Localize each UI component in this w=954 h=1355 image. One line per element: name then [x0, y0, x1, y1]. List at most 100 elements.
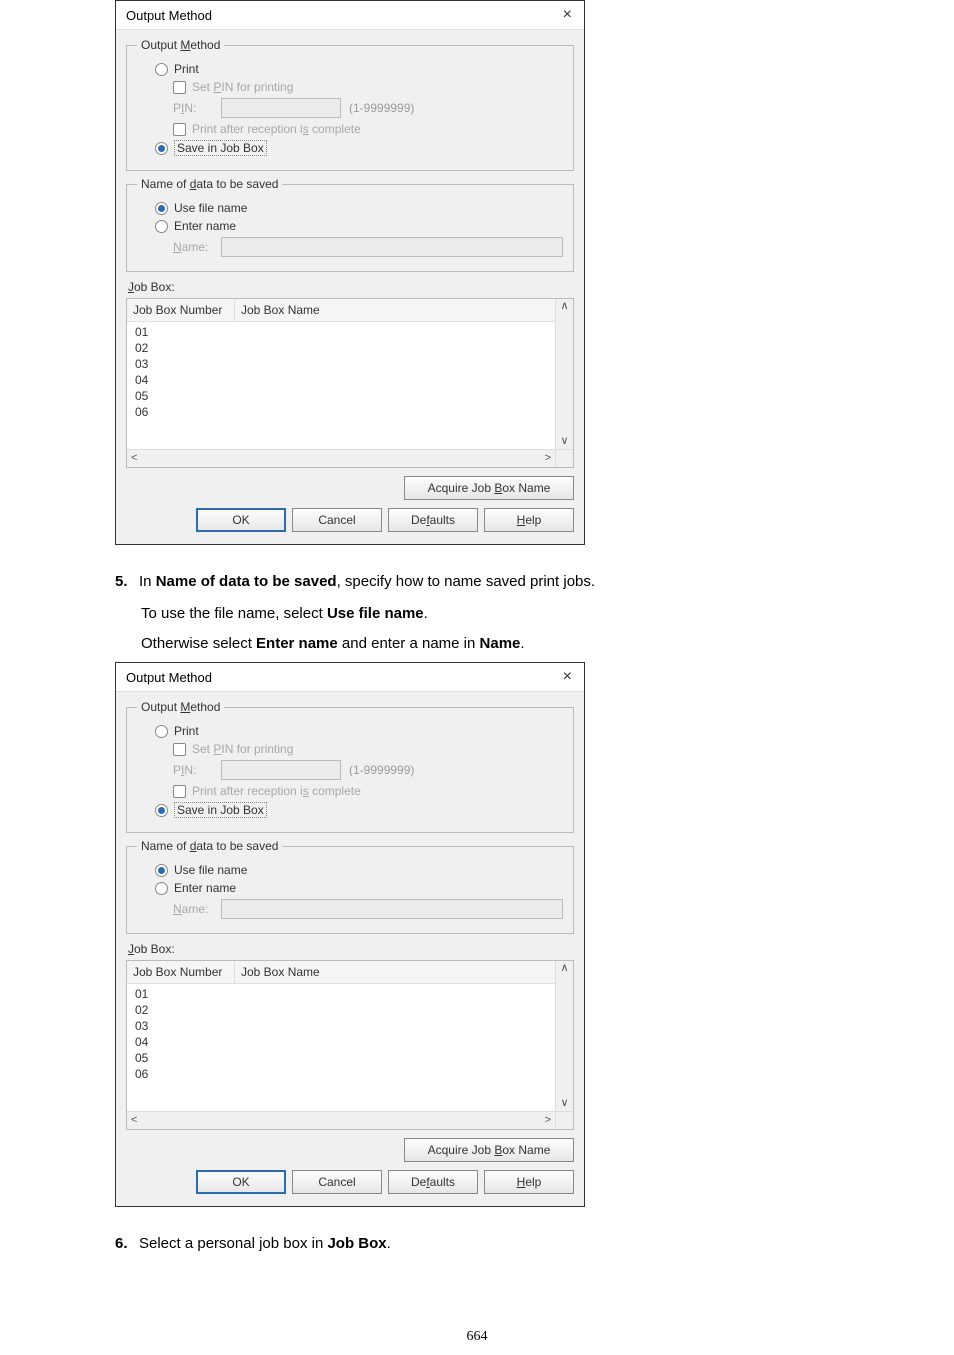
horizontal-scrollbar[interactable]: < > — [127, 1111, 555, 1129]
list-item[interactable]: 04 — [127, 1034, 573, 1050]
radio-save-row[interactable]: Save in Job Box — [137, 140, 563, 156]
help-button[interactable]: Help — [484, 1170, 574, 1194]
scroll-corner — [555, 1111, 573, 1129]
vertical-scrollbar[interactable]: ∧ ∨ — [555, 961, 573, 1111]
radio-use-file-name[interactable] — [155, 202, 168, 215]
cancel-button[interactable]: Cancel — [292, 508, 382, 532]
defaults-button[interactable]: Defaults — [388, 1170, 478, 1194]
ok-button[interactable]: OK — [196, 508, 286, 532]
radio-enter-name-row[interactable]: Enter name — [137, 881, 563, 895]
col-job-box-number[interactable]: Job Box Number — [127, 961, 235, 984]
close-icon[interactable]: × — [559, 7, 576, 23]
step-text: Select a personal job box in Job Box. — [139, 1233, 391, 1255]
list-item[interactable]: 01 — [127, 324, 573, 340]
radio-print-row[interactable]: Print — [137, 62, 563, 76]
list-item[interactable]: 06 — [127, 404, 573, 420]
step5-sub2: Otherwise select Enter name and enter a … — [141, 633, 839, 655]
checkbox-print-after-row: Print after reception is complete — [137, 122, 563, 136]
list-item[interactable]: 06 — [127, 1066, 573, 1082]
radio-use-file-name[interactable] — [155, 864, 168, 877]
scroll-up-icon[interactable]: ∧ — [556, 299, 572, 314]
acquire-job-box-name-button[interactable]: Acquire Job Box Name — [404, 1138, 574, 1162]
output-method-group: Output Method Print Set PIN for printing… — [126, 700, 574, 833]
acquire-row: Acquire Job Box Name — [126, 476, 574, 500]
job-box-list[interactable]: Job Box Number Job Box Name 01 02 03 04 … — [126, 298, 574, 468]
radio-use-file-row[interactable]: Use file name — [137, 863, 563, 877]
help-button[interactable]: Help — [484, 508, 574, 532]
name-input-row: Name: — [137, 237, 563, 257]
step-text: In Name of data to be saved, specify how… — [139, 571, 595, 593]
pin-label: PIN: — [173, 101, 213, 115]
output-method-legend: Output Method — [137, 38, 224, 52]
scroll-right-icon[interactable]: > — [541, 1113, 555, 1128]
scroll-right-icon[interactable]: > — [541, 451, 555, 466]
list-item[interactable]: 02 — [127, 1002, 573, 1018]
radio-use-file-label: Use file name — [174, 863, 247, 877]
output-method-dialog-2: Output Method × Output Method Print Set … — [115, 662, 585, 1207]
list-item[interactable]: 03 — [127, 356, 573, 372]
list-item[interactable]: 05 — [127, 388, 573, 404]
dialog-body: Output Method Print Set PIN for printing… — [116, 692, 584, 1206]
job-box-section-label: Job Box: — [128, 942, 574, 956]
list-item[interactable]: 05 — [127, 1050, 573, 1066]
radio-print[interactable] — [155, 63, 168, 76]
scroll-left-icon[interactable]: < — [127, 1113, 141, 1128]
ok-button[interactable]: OK — [196, 1170, 286, 1194]
step-number: 6. — [115, 1235, 139, 1252]
dialog-titlebar: Output Method × — [116, 1, 584, 30]
list-rows: 01 02 03 04 05 06 — [127, 322, 573, 467]
radio-save-label: Save in Job Box — [174, 140, 267, 156]
radio-enter-name-row[interactable]: Enter name — [137, 219, 563, 233]
scroll-down-icon[interactable]: ∨ — [556, 1096, 572, 1111]
step-5: 5. In Name of data to be saved, specify … — [115, 571, 839, 593]
page-number: 664 — [0, 1329, 954, 1345]
scroll-up-icon[interactable]: ∧ — [556, 961, 572, 976]
step-6: 6. Select a personal job box in Job Box. — [115, 1233, 839, 1255]
checkbox-set-pin-row: Set PIN for printing — [137, 80, 563, 94]
list-rows: 01 02 03 04 05 06 — [127, 984, 573, 1129]
close-icon[interactable]: × — [559, 669, 576, 685]
col-job-box-name[interactable]: Job Box Name — [235, 299, 573, 322]
checkbox-print-after-label: Print after reception is complete — [192, 122, 361, 136]
acquire-job-box-name-button[interactable]: Acquire Job Box Name — [404, 476, 574, 500]
scroll-down-icon[interactable]: ∨ — [556, 434, 572, 449]
name-input — [221, 237, 563, 257]
radio-print[interactable] — [155, 725, 168, 738]
button-row: OK Cancel Defaults Help — [126, 508, 574, 532]
pin-hint: (1-9999999) — [349, 101, 414, 115]
radio-enter-name[interactable] — [155, 882, 168, 895]
name-label: Name: — [173, 240, 213, 254]
radio-save-in-job-box[interactable] — [155, 142, 168, 155]
checkbox-print-after — [173, 785, 186, 798]
list-header: Job Box Number Job Box Name — [127, 961, 573, 984]
list-item[interactable]: 01 — [127, 986, 573, 1002]
radio-save-row[interactable]: Save in Job Box — [137, 802, 563, 818]
pin-row: PIN: (1-9999999) — [137, 760, 563, 780]
list-item[interactable]: 03 — [127, 1018, 573, 1034]
job-box-list[interactable]: Job Box Number Job Box Name 01 02 03 04 … — [126, 960, 574, 1130]
list-item[interactable]: 04 — [127, 372, 573, 388]
output-method-dialog-1: Output Method × Output Method Print Set … — [115, 0, 585, 545]
radio-save-in-job-box[interactable] — [155, 804, 168, 817]
step-number: 5. — [115, 573, 139, 590]
output-method-group: Output Method Print Set PIN for printing… — [126, 38, 574, 171]
checkbox-set-pin — [173, 743, 186, 756]
col-job-box-number[interactable]: Job Box Number — [127, 299, 235, 322]
radio-print-row[interactable]: Print — [137, 724, 563, 738]
scroll-left-icon[interactable]: < — [127, 451, 141, 466]
cancel-button[interactable]: Cancel — [292, 1170, 382, 1194]
list-header: Job Box Number Job Box Name — [127, 299, 573, 322]
dialog-body: Output Method Print Set PIN for printing… — [116, 30, 584, 544]
dialog-title: Output Method — [126, 8, 212, 23]
radio-enter-name[interactable] — [155, 220, 168, 233]
radio-enter-name-label: Enter name — [174, 881, 236, 895]
output-method-legend: Output Method — [137, 700, 224, 714]
name-of-data-group: Name of data to be saved Use file name E… — [126, 839, 574, 934]
defaults-button[interactable]: Defaults — [388, 508, 478, 532]
vertical-scrollbar[interactable]: ∧ ∨ — [555, 299, 573, 449]
radio-use-file-row[interactable]: Use file name — [137, 201, 563, 215]
col-job-box-name[interactable]: Job Box Name — [235, 961, 573, 984]
list-item[interactable]: 02 — [127, 340, 573, 356]
pin-input — [221, 760, 341, 780]
horizontal-scrollbar[interactable]: < > — [127, 449, 555, 467]
